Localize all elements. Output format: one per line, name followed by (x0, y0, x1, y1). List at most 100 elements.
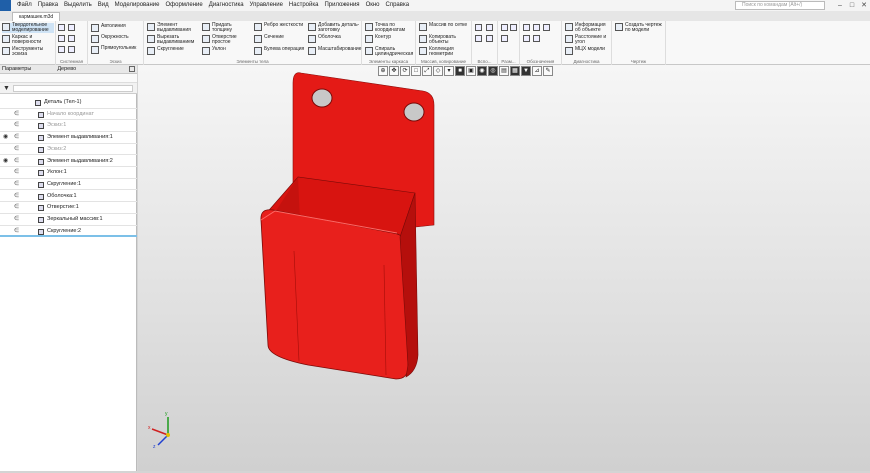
menu-settings[interactable]: Настройка (286, 0, 322, 11)
helix-button[interactable]: Спираль цилиндрическая (365, 47, 415, 57)
rectangle-button[interactable]: Прямоугольник (91, 46, 136, 54)
leader-icon[interactable] (533, 24, 540, 31)
tree-search-input[interactable] (13, 85, 133, 92)
open-file-icon[interactable] (68, 24, 75, 31)
rotate-icon[interactable]: ⟳ (400, 66, 410, 76)
menu-apps[interactable]: Приложения (321, 0, 362, 11)
visibility-eye-icon[interactable]: ◉ (3, 158, 9, 164)
extrude-button[interactable]: Элемент выдавливания (147, 23, 199, 33)
pen-icon[interactable]: ✎ (543, 66, 553, 76)
point-by-coords-button[interactable]: Точка по координатам (365, 23, 415, 33)
visibility-eye-icon[interactable]: ◉ (3, 134, 9, 140)
tree-node[interactable]: Деталь (Тел-1) (0, 97, 137, 109)
view-dropdown-icon[interactable]: ▾ (444, 66, 454, 76)
shell-button[interactable]: Оболочка (308, 35, 362, 43)
copy-objects-button[interactable]: Копировать объекты (419, 35, 471, 45)
mode-sketch-tools-button[interactable]: Инструменты эскиза (2, 47, 54, 57)
boolean-button[interactable]: Булева операция (254, 47, 306, 55)
geometry-collection-button[interactable]: Коллекция геометрии (419, 47, 471, 57)
roughness-icon[interactable] (523, 24, 530, 31)
app-logo-icon[interactable] (0, 0, 11, 11)
filter-icon[interactable]: ▼ (3, 85, 10, 92)
tree-node[interactable]: ∈ Скругление:2 (0, 226, 137, 238)
undo-icon[interactable] (58, 46, 65, 53)
axis-icon[interactable] (486, 24, 493, 31)
close-icon[interactable]: ✕ (858, 0, 870, 11)
panel-settings-icon[interactable] (129, 66, 135, 72)
document-tab[interactable]: кармашек.m3d (12, 12, 60, 21)
scale-button[interactable]: Масштабирование (308, 47, 362, 55)
menu-file[interactable]: Файл (14, 0, 35, 11)
menu-view[interactable]: Вид (95, 0, 112, 11)
3d-viewport[interactable]: x y z (138, 65, 870, 471)
tolerance-icon[interactable] (543, 24, 550, 31)
tree-node[interactable]: ∈ Скругление:1 (0, 179, 137, 191)
create-drawing-button[interactable]: Создать чертеж по модели (615, 23, 665, 33)
section-view-icon[interactable]: ▤ (499, 66, 509, 76)
tree-node[interactable]: ∈ Оболочка:1 (0, 191, 137, 203)
tree-node[interactable]: ∈ Эскиз:1 (0, 120, 137, 132)
add-blank-button[interactable]: Добавить деталь-заготовку (308, 23, 362, 33)
menu-diagnostics[interactable]: Диагностика (206, 0, 247, 11)
plane-icon[interactable] (475, 24, 482, 31)
draft-button[interactable]: Уклон (202, 47, 252, 55)
tab-parameters[interactable]: Параметры (2, 66, 31, 72)
shading-icon[interactable]: ■ (455, 66, 465, 76)
save-icon[interactable] (58, 35, 65, 42)
zoom-icon[interactable]: ⊕ (378, 66, 388, 76)
menu-select[interactable]: Выделить (61, 0, 95, 11)
pocket-model[interactable] (260, 72, 435, 380)
new-file-icon[interactable] (58, 24, 65, 31)
mode-surface-button[interactable]: Каркас и поверхности (2, 35, 54, 45)
thicken-button[interactable]: Придать толщину (202, 23, 252, 33)
display-mode-icon[interactable]: ◉ (477, 66, 487, 76)
filter-view-icon[interactable]: ▼ (521, 66, 531, 76)
mass-props-button[interactable]: МЦХ модели (565, 47, 611, 55)
lcs-icon[interactable] (486, 35, 493, 42)
menu-window[interactable]: Окно (363, 0, 383, 11)
linear-dim-icon[interactable] (501, 24, 508, 31)
tree-node[interactable]: ∈ Эскиз:2 (0, 144, 137, 156)
orient-icon[interactable]: ◇ (433, 66, 443, 76)
fillet-button[interactable]: Скругление (147, 47, 199, 55)
menu-modeling[interactable]: Моделирование (112, 0, 163, 11)
grid-pattern-button[interactable]: Массив по сетке (419, 23, 471, 31)
perspective-icon[interactable]: ◎ (488, 66, 498, 76)
point-icon[interactable] (475, 35, 482, 42)
maximize-icon[interactable]: □ (846, 0, 858, 11)
menu-help[interactable]: Справка (383, 0, 413, 11)
mode-solid-button[interactable]: Твердотельное моделирование (2, 23, 54, 33)
redo-icon[interactable] (68, 46, 75, 53)
zoom-all-icon[interactable]: ⤢ (422, 66, 432, 76)
tree-node[interactable]: ◉ ∈ Элемент выдавливания:1 (0, 132, 137, 144)
autoline-button[interactable]: Автолиния (91, 24, 126, 32)
datum-icon[interactable] (523, 35, 530, 42)
hidden-lines-icon[interactable]: ▦ (510, 66, 520, 76)
tree-node[interactable]: ∈ Уклон:1 (0, 167, 137, 179)
circle-button[interactable]: Окружность (91, 35, 129, 43)
tree-node[interactable]: ∈ Зеркальный массив:1 (0, 214, 137, 226)
mark-icon[interactable] (533, 35, 540, 42)
print-icon[interactable] (68, 35, 75, 42)
tree-node[interactable]: ∈ Отверстие:1 (0, 202, 137, 214)
rib-button[interactable]: Ребро жесткости (254, 23, 306, 31)
hole-button[interactable]: Отверстие простое (202, 35, 252, 45)
command-search-input[interactable]: Поиск по командам (Alt+/) (735, 1, 825, 10)
tab-tree[interactable]: Дерево (57, 66, 76, 72)
angle-dim-icon[interactable] (501, 35, 508, 42)
object-info-button[interactable]: Информация об объекте (565, 23, 611, 33)
cut-extrude-button[interactable]: Вырезать выдавливанием (147, 35, 199, 45)
menu-format[interactable]: Оформление (163, 0, 206, 11)
section-button[interactable]: Сечение (254, 35, 306, 43)
measure-icon[interactable]: ⊿ (532, 66, 542, 76)
tree-node[interactable]: ∈ Начало координат (0, 109, 137, 121)
zoom-window-icon[interactable]: □ (411, 66, 421, 76)
wireframe-icon[interactable]: ▣ (466, 66, 476, 76)
radial-dim-icon[interactable] (510, 24, 517, 31)
pan-icon[interactable]: ✥ (389, 66, 399, 76)
minimize-icon[interactable]: – (834, 0, 846, 11)
distance-angle-button[interactable]: Расстояние и угол (565, 35, 611, 45)
menu-control[interactable]: Управление (247, 0, 286, 11)
tree-node[interactable]: ◉ ∈ Элемент выдавливания:2 (0, 156, 137, 167)
contour-button[interactable]: Контур (365, 35, 415, 43)
